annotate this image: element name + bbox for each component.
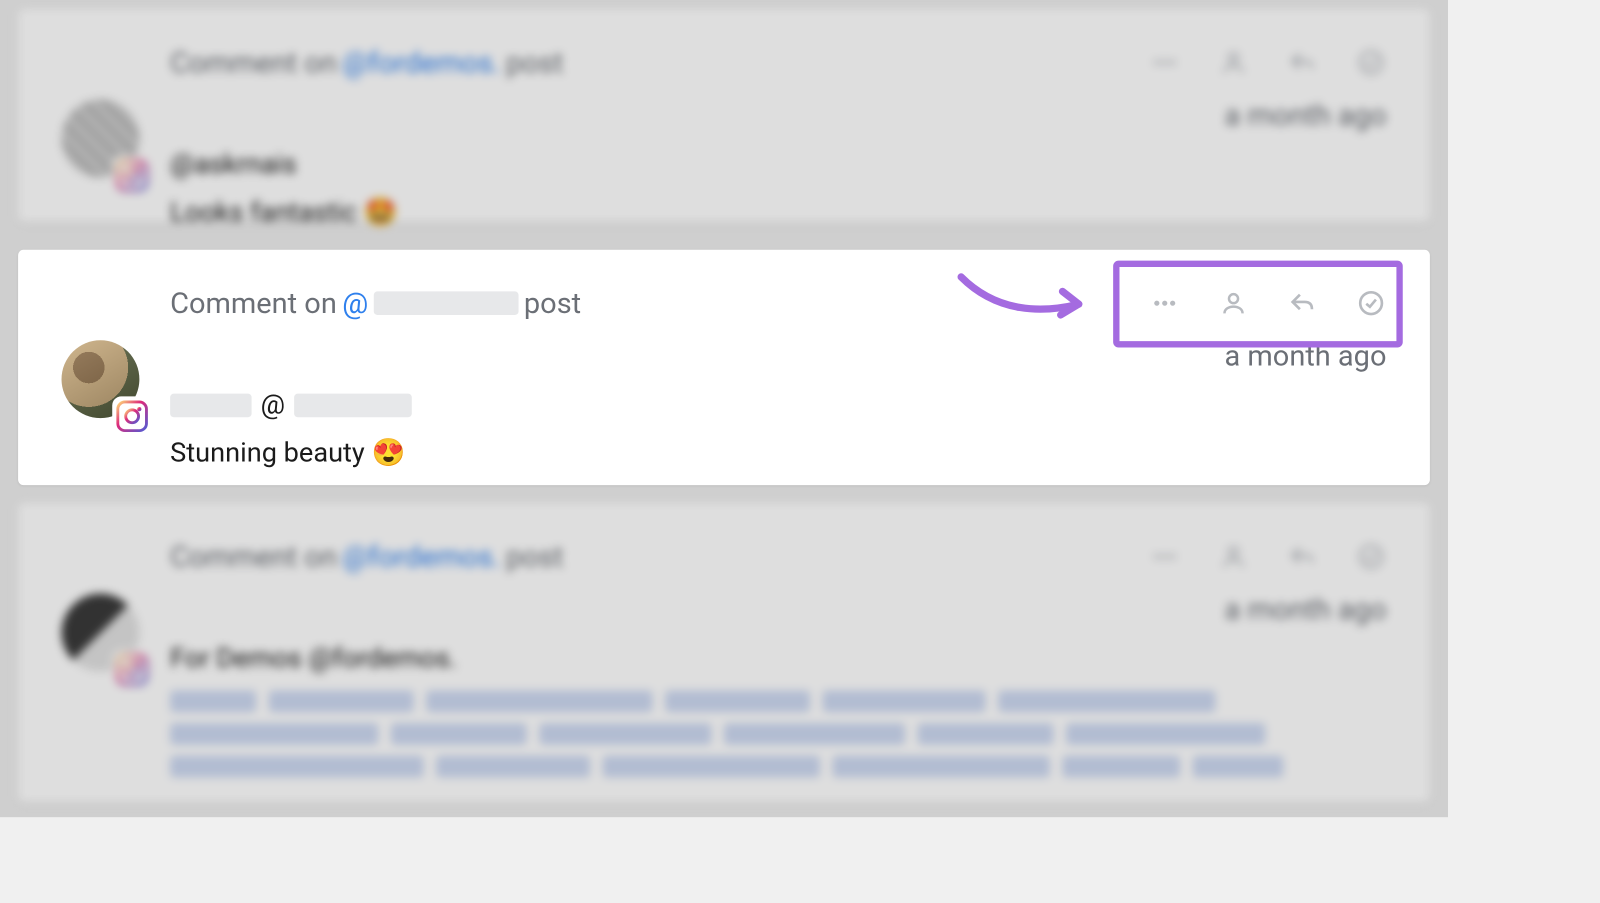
instagram-badge-icon: [112, 156, 152, 196]
reply-icon[interactable]: [1287, 288, 1318, 319]
person-icon[interactable]: [1218, 47, 1249, 78]
redacted-name: [170, 393, 251, 417]
more-icon[interactable]: [1149, 288, 1180, 319]
commenter-username[interactable]: @askrnais: [170, 148, 1386, 180]
card-actions: [1149, 288, 1386, 319]
card-actions: [1149, 541, 1386, 572]
more-icon[interactable]: [1149, 541, 1180, 572]
headline-account-link[interactable]: @fordemos.: [342, 45, 500, 79]
approve-icon[interactable]: [1356, 47, 1387, 78]
redacted-handle: [294, 393, 412, 417]
reply-icon[interactable]: [1287, 47, 1318, 78]
headline-suffix: post: [506, 539, 563, 573]
comment-card-focused: Comment on @ post: [18, 250, 1430, 485]
timestamp: a month ago: [170, 338, 1386, 372]
person-icon[interactable]: [1218, 541, 1249, 572]
headline-at: @: [342, 286, 368, 320]
person-icon[interactable]: [1218, 288, 1249, 319]
instagram-badge-icon: [112, 650, 152, 690]
headline-prefix: Comment on: [170, 45, 337, 79]
avatar-column: [62, 539, 171, 777]
timestamp: a month ago: [170, 592, 1386, 626]
card-actions: [1149, 47, 1386, 78]
commenter-username[interactable]: @: [170, 389, 1386, 421]
comment-card: Comment on @fordemos. post a month ago @…: [18, 9, 1430, 222]
commenter-username[interactable]: For Demos @fordemos.: [170, 643, 1386, 675]
comment-body: Stunning beauty 😍: [170, 437, 1386, 469]
comment-headline: Comment on @fordemos. post: [170, 45, 1149, 79]
headline-prefix: Comment on: [170, 286, 337, 320]
username-at: @: [261, 389, 285, 421]
approve-icon[interactable]: [1356, 541, 1387, 572]
redacted-account: [374, 291, 519, 315]
reply-icon[interactable]: [1287, 541, 1318, 572]
avatar-column: [62, 45, 171, 228]
headline-account-link[interactable]: @fordemos.: [342, 539, 500, 573]
comment-headline: Comment on @ post: [170, 286, 1149, 320]
headline-suffix: post: [506, 45, 563, 79]
avatar-column: [62, 286, 171, 469]
instagram-badge-icon: [112, 396, 152, 436]
headline-prefix: Comment on: [170, 539, 337, 573]
comment-body: [170, 691, 1386, 778]
comment-body: Looks fantastic 🤩: [170, 196, 1386, 228]
comment-card: Comment on @fordemos. post a month ago F…: [18, 503, 1430, 802]
comment-headline: Comment on @fordemos. post: [170, 539, 1149, 573]
more-icon[interactable]: [1149, 47, 1180, 78]
timestamp: a month ago: [170, 98, 1386, 132]
headline-suffix: post: [524, 286, 581, 320]
approve-icon[interactable]: [1356, 288, 1387, 319]
